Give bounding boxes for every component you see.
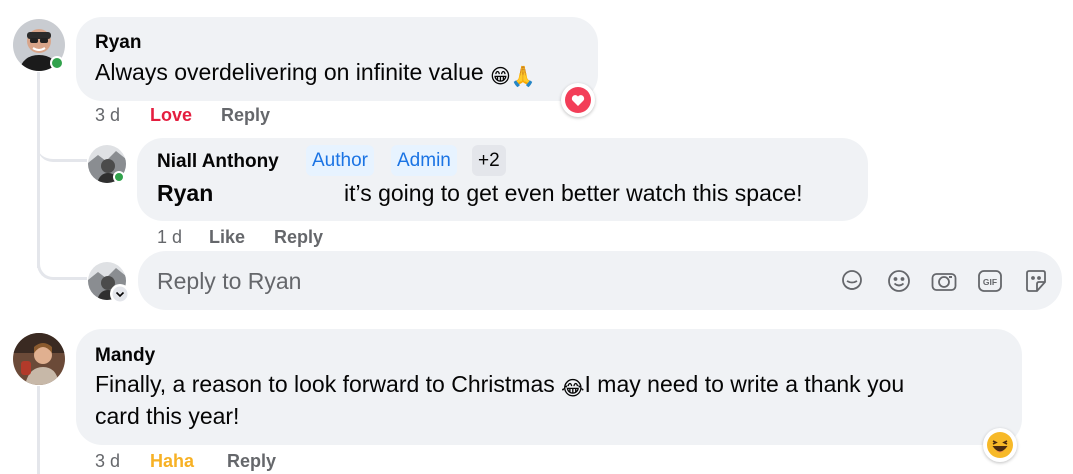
reply-button[interactable]: Reply (274, 227, 323, 248)
comment-text-line-2: card this year! (95, 403, 240, 429)
online-indicator (50, 56, 64, 70)
comment-author[interactable]: Ryan (95, 32, 141, 54)
reply-button[interactable]: Reply (227, 451, 276, 472)
thread-branch-composer (37, 255, 87, 280)
thread-branch-reply (37, 140, 87, 162)
haha-reaction-button[interactable]: Haha (150, 451, 194, 472)
more-badges[interactable]: +2 (472, 145, 506, 176)
love-reaction-badge[interactable] (561, 83, 595, 117)
comment-text-body: Always overdelivering on infinite value (95, 59, 491, 85)
mention-tag[interactable]: Ryan (157, 177, 213, 210)
sticker-icon[interactable] (1022, 267, 1050, 295)
love-reaction-button[interactable]: Love (150, 105, 192, 126)
reply-timestamp[interactable]: 1 d (157, 227, 182, 248)
heart-icon (565, 87, 591, 113)
reply-input-placeholder: Reply to Ryan (157, 268, 302, 294)
haha-icon (987, 432, 1013, 458)
comment-text: Always overdelivering on infinite value … (95, 56, 536, 93)
avatar-sticker-icon[interactable] (838, 267, 866, 295)
haha-reaction-badge[interactable] (983, 428, 1017, 462)
emoji-icon[interactable] (885, 267, 913, 295)
grin-emoji: 😁 (490, 64, 511, 88)
reply-author[interactable]: Niall Anthony (157, 151, 279, 173)
pray-emoji: 🙏 (510, 64, 536, 88)
comment-text-end: I may need to write a thank you (584, 371, 905, 397)
reply-button[interactable]: Reply (221, 105, 270, 126)
admin-badge[interactable]: Admin (391, 145, 457, 176)
online-indicator (113, 171, 125, 183)
chevron-down-icon[interactable] (110, 284, 130, 304)
like-button[interactable]: Like (209, 227, 245, 248)
reply-text: it’s going to get even better watch this… (344, 180, 803, 206)
camera-icon[interactable] (930, 267, 958, 295)
author-badge[interactable]: Author (306, 145, 374, 176)
comment-author[interactable]: Mandy (95, 345, 155, 367)
laughing-emoji: 😂 (561, 376, 585, 400)
avatar-mandy[interactable] (13, 333, 65, 385)
gif-icon[interactable]: GIF (976, 267, 1004, 295)
thread-line-ryan (37, 72, 40, 268)
thread-line-mandy (37, 386, 40, 474)
comment-timestamp[interactable]: 3 d (95, 451, 120, 472)
comment-timestamp[interactable]: 3 d (95, 105, 120, 126)
svg-text:GIF: GIF (983, 277, 997, 287)
comment-text-start: Finally, a reason to look forward to Chr… (95, 371, 562, 397)
